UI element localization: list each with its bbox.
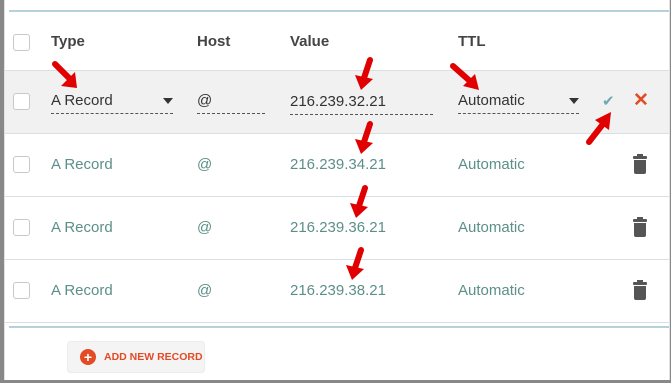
trash-icon[interactable] <box>633 217 647 237</box>
host-input[interactable]: @ <box>197 91 265 114</box>
plus-circle-icon: + <box>80 349 96 365</box>
annotation-arrow-icon <box>52 61 77 88</box>
table-row: A Record @ 216.239.38.21 Automatic <box>5 260 669 323</box>
header-ttl: TTL <box>458 33 486 50</box>
add-new-record-label: ADD NEW RECORD <box>104 351 203 363</box>
bottom-divider <box>9 326 669 328</box>
dns-records-panel: Type Host Value TTL A Record @ 216.239.3… <box>4 0 670 380</box>
row-type[interactable]: A Record <box>51 282 113 300</box>
select-all-checkbox[interactable] <box>13 34 30 51</box>
row-host[interactable]: @ <box>197 282 212 300</box>
annotation-arrow-icon <box>355 57 373 90</box>
value-input-value: 216.239.32.21 <box>290 93 386 110</box>
annotation-arrow-icon <box>350 185 368 218</box>
row-checkbox[interactable] <box>13 219 30 236</box>
trash-icon[interactable] <box>633 154 647 174</box>
table-row: A Record @ 216.239.36.21 Automatic <box>5 197 669 260</box>
add-new-record-button[interactable]: + ADD NEW RECORD <box>67 341 205 373</box>
row-ttl[interactable]: Automatic <box>458 156 525 174</box>
host-input-value: @ <box>197 92 213 109</box>
close-icon[interactable]: ✕ <box>633 89 649 112</box>
value-input[interactable]: 216.239.32.21 <box>290 92 433 115</box>
row-host[interactable]: @ <box>197 219 212 237</box>
row-ttl[interactable]: Automatic <box>458 219 525 237</box>
row-checkbox[interactable] <box>13 156 30 173</box>
header-value: Value <box>290 33 330 50</box>
table-row-editing: A Record @ 216.239.32.21 Automatic <box>5 71 669 134</box>
row-checkbox[interactable] <box>13 93 30 110</box>
annotation-arrow-icon <box>346 247 364 280</box>
annotation-arrow-icon <box>450 63 479 90</box>
annotation-arrow-icon <box>355 121 373 154</box>
row-ttl[interactable]: Automatic <box>458 282 525 300</box>
table-row: A Record @ 216.239.34.21 Automatic <box>5 134 669 197</box>
chevron-down-icon <box>569 98 579 104</box>
annotation-arrow-icon <box>586 112 611 145</box>
row-type[interactable]: A Record <box>51 156 113 174</box>
row-value[interactable]: 216.239.34.21 <box>290 156 386 174</box>
row-type[interactable]: A Record <box>51 219 113 237</box>
table-header: Type Host Value TTL <box>5 12 669 71</box>
row-value[interactable]: 216.239.38.21 <box>290 282 386 300</box>
row-checkbox[interactable] <box>13 282 30 299</box>
trash-icon[interactable] <box>633 280 647 300</box>
row-host[interactable]: @ <box>197 156 212 174</box>
header-type: Type <box>51 33 85 50</box>
chevron-down-icon <box>163 98 173 104</box>
header-host: Host <box>197 33 231 50</box>
